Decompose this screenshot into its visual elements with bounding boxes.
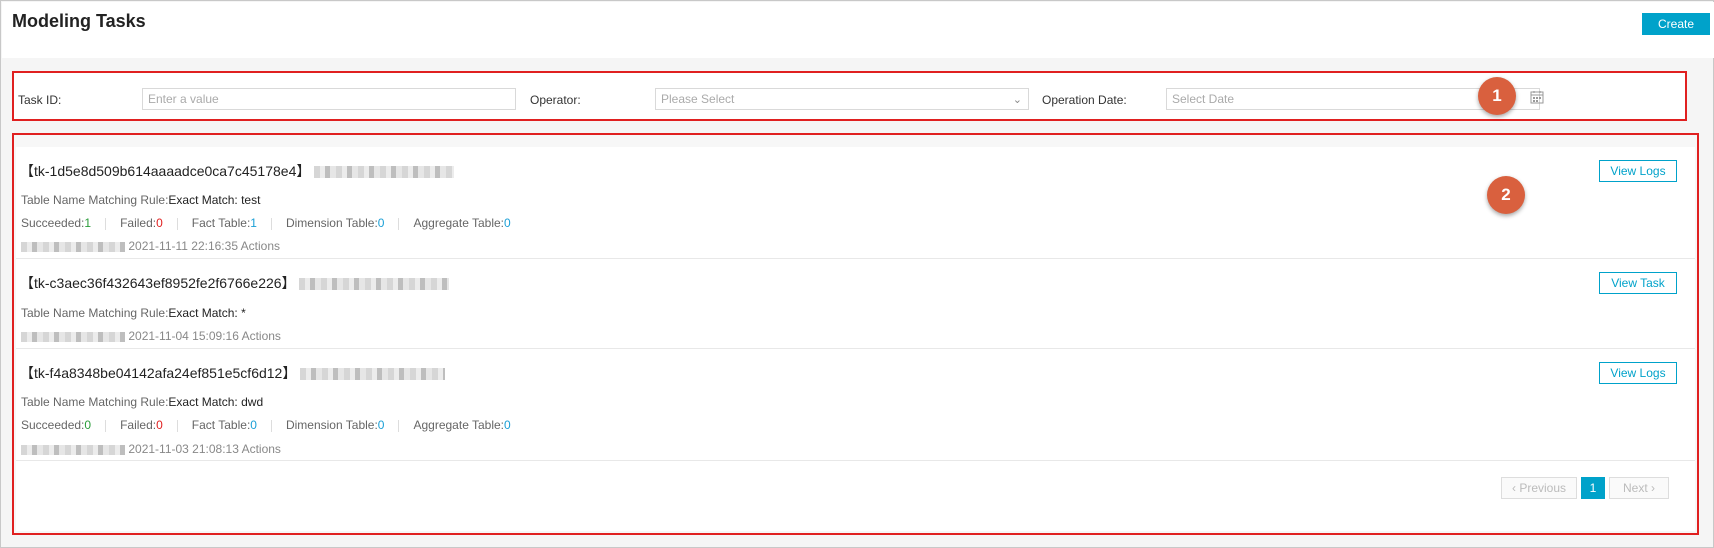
rule-label: Table Name Matching Rule: bbox=[21, 193, 169, 207]
aggregate-table-stat: Aggregate Table:0 bbox=[413, 216, 511, 230]
actions-link[interactable]: Actions bbox=[242, 442, 281, 456]
succeeded-stat: Succeeded:1 bbox=[21, 216, 92, 230]
task-title: 【tk-1d5e8d509b614aaaadce0ca7c45178e4】 bbox=[20, 161, 455, 181]
view-task-button[interactable]: View Task bbox=[1599, 272, 1677, 294]
task-stats: Succeeded:1 Failed:0 Fact Table:1 Dimension… bbox=[21, 216, 511, 230]
actions-link[interactable]: Actions bbox=[241, 239, 280, 253]
task-item: 【tk-1d5e8d509b614aaaadce0ca7c45178e4】 Ta… bbox=[16, 147, 1695, 259]
task-meta: 2021-11-04 15:09:16 Actions bbox=[21, 329, 281, 343]
filter-bar: Task ID: Enter a value Operator: Please … bbox=[12, 71, 1687, 121]
matching-rule: Table Name Matching Rule:Exact Match: te… bbox=[21, 193, 260, 207]
failed-stat: Failed:0 bbox=[120, 418, 163, 432]
pagination: ‹ Previous 1 Next › bbox=[1501, 477, 1681, 499]
task-time: 2021-11-04 15:09:16 bbox=[128, 329, 239, 343]
task-id-input[interactable]: Enter a value bbox=[142, 88, 516, 110]
current-page[interactable]: 1 bbox=[1581, 477, 1605, 499]
task-title: 【tk-f4a8348be04142afa24ef851e5cf6d12】 bbox=[20, 363, 446, 383]
task-id: 【tk-c3aec36f432643ef8952fe2f6766e226】 bbox=[20, 275, 296, 291]
actions-link[interactable]: Actions bbox=[242, 329, 281, 343]
task-meta: 2021-11-03 21:08:13 Actions bbox=[21, 442, 281, 456]
matching-rule: Table Name Matching Rule:Exact Match: dw… bbox=[21, 395, 263, 409]
callout-badge-2: 2 bbox=[1487, 176, 1525, 214]
callout-badge-1: 1 bbox=[1478, 77, 1516, 115]
redacted-operator bbox=[21, 444, 125, 455]
next-page-button[interactable]: Next › bbox=[1609, 477, 1669, 499]
succeeded-stat: Succeeded:0 bbox=[21, 418, 92, 432]
aggregate-table-stat: Aggregate Table:0 bbox=[413, 418, 511, 432]
task-id-placeholder: Enter a value bbox=[148, 92, 219, 106]
chevron-left-icon: ‹ bbox=[1511, 481, 1516, 495]
date-placeholder: Select Date bbox=[1172, 92, 1235, 106]
operation-date-label: Operation Date: bbox=[1042, 93, 1127, 107]
task-list-panel: 【tk-1d5e8d509b614aaaadce0ca7c45178e4】 Ta… bbox=[12, 133, 1699, 535]
matching-rule: Table Name Matching Rule:Exact Match: * bbox=[21, 306, 246, 320]
rule-value: Exact Match: * bbox=[168, 306, 246, 320]
fact-table-stat: Fact Table:1 bbox=[191, 216, 257, 230]
task-list: 【tk-1d5e8d509b614aaaadce0ca7c45178e4】 Ta… bbox=[16, 147, 1695, 531]
previous-page-button[interactable]: ‹ Previous bbox=[1501, 477, 1577, 499]
rule-value: Exact Match: test bbox=[168, 193, 261, 207]
chevron-down-icon: ⌄ bbox=[1012, 94, 1022, 106]
task-item: 【tk-c3aec36f432643ef8952fe2f6766e226】 Ta… bbox=[16, 259, 1695, 349]
view-logs-button[interactable]: View Logs bbox=[1599, 160, 1677, 182]
chevron-right-icon: › bbox=[1651, 481, 1656, 495]
operator-select[interactable]: Please Select ⌄ bbox=[655, 88, 1029, 110]
rule-label: Table Name Matching Rule: bbox=[21, 306, 169, 320]
redacted-task-name bbox=[314, 166, 455, 179]
redacted-task-name bbox=[300, 368, 446, 381]
page-header: Modeling Tasks Create bbox=[2, 2, 1714, 58]
calendar-icon[interactable] bbox=[1530, 90, 1544, 104]
task-time: 2021-11-03 21:08:13 bbox=[128, 442, 239, 456]
failed-stat: Failed:0 bbox=[120, 216, 163, 230]
task-id: 【tk-f4a8348be04142afa24ef851e5cf6d12】 bbox=[20, 365, 297, 381]
fact-table-stat: Fact Table:0 bbox=[191, 418, 257, 432]
task-meta: 2021-11-11 22:16:35 Actions bbox=[21, 239, 280, 253]
task-id: 【tk-1d5e8d509b614aaaadce0ca7c45178e4】 bbox=[20, 163, 311, 179]
rule-label: Table Name Matching Rule: bbox=[21, 395, 169, 409]
task-stats: Succeeded:0 Failed:0 Fact Table:0 Dimension… bbox=[21, 418, 511, 432]
dimension-table-stat: Dimension Table:0 bbox=[285, 418, 385, 432]
operator-label: Operator: bbox=[530, 93, 581, 107]
task-id-label: Task ID: bbox=[18, 93, 62, 107]
app-frame: Modeling Tasks Create Task ID: Enter a v… bbox=[0, 0, 1714, 548]
redacted-operator bbox=[21, 241, 125, 252]
page-title: Modeling Tasks bbox=[12, 11, 146, 31]
view-logs-button[interactable]: View Logs bbox=[1599, 362, 1677, 384]
redacted-operator bbox=[21, 331, 125, 342]
dimension-table-stat: Dimension Table:0 bbox=[285, 216, 385, 230]
rule-value: Exact Match: dwd bbox=[168, 395, 264, 409]
task-title: 【tk-c3aec36f432643ef8952fe2f6766e226】 bbox=[20, 273, 450, 293]
redacted-task-name bbox=[299, 278, 450, 291]
task-time: 2021-11-11 22:16:35 bbox=[128, 239, 238, 253]
create-button[interactable]: Create bbox=[1642, 13, 1710, 35]
task-item: 【tk-f4a8348be04142afa24ef851e5cf6d12】 Ta… bbox=[16, 349, 1695, 461]
operator-placeholder: Please Select bbox=[661, 92, 735, 106]
